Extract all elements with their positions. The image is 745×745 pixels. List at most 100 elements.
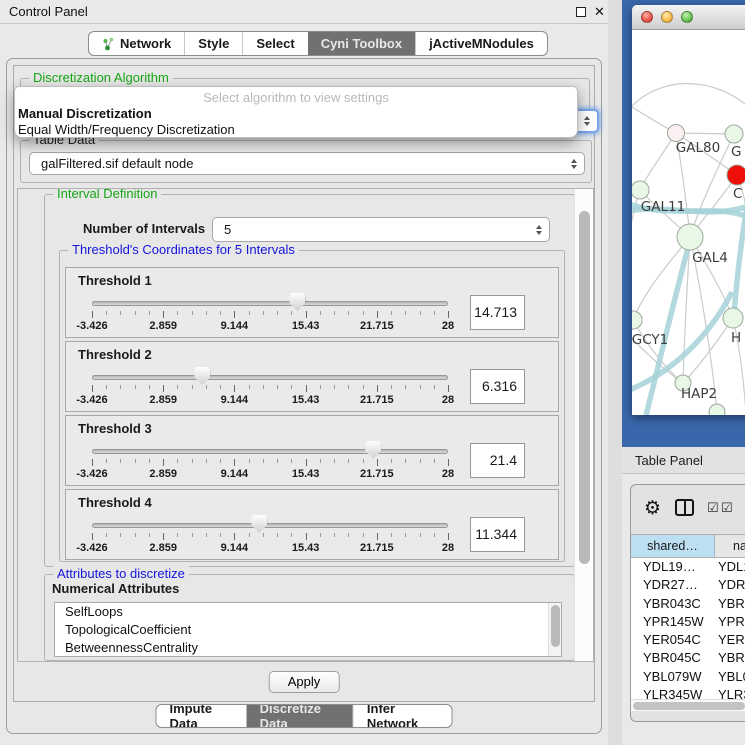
dropdown-option-equal-width-frequency[interactable]: Equal Width/Frequency Discretization xyxy=(15,121,577,137)
dropdown-option-manual-discretization[interactable]: Manual Discretization xyxy=(15,105,577,121)
tick-mark xyxy=(320,459,321,463)
attribute-list-item[interactable]: TopologicalCoefficient xyxy=(55,621,561,639)
tick-mark xyxy=(249,533,250,537)
algorithm-dropdown-popup: Select algorithm to view settings Manual… xyxy=(14,86,578,138)
tab-jactivemnodules[interactable]: jActiveMNodules xyxy=(415,32,547,55)
checkbox-icon[interactable]: ☑ xyxy=(721,500,733,516)
slider-thumb[interactable] xyxy=(289,293,305,311)
tab-network[interactable]: Network xyxy=(89,32,184,55)
tick-mark xyxy=(92,385,93,392)
tab-label: Infer Network xyxy=(367,704,439,728)
slider-track[interactable] xyxy=(92,449,448,454)
tick-mark xyxy=(377,311,378,318)
checkbox-icon[interactable]: ☑ xyxy=(707,500,719,516)
slider-track[interactable] xyxy=(92,301,448,306)
network-node-gcy1[interactable] xyxy=(632,311,642,329)
tab-select[interactable]: Select xyxy=(242,32,307,55)
tab-style[interactable]: Style xyxy=(184,32,242,55)
tick-mark xyxy=(177,533,178,537)
number-of-intervals-combobox[interactable]: 5 xyxy=(212,217,550,242)
table-row[interactable]: YBR043CYBR0 xyxy=(631,595,745,613)
network-node[interactable] xyxy=(709,404,725,415)
network-window-titlebar[interactable] xyxy=(632,5,745,30)
tick-mark xyxy=(249,385,250,389)
combo-arrows-icon xyxy=(584,116,590,126)
list-scrollbar[interactable] xyxy=(548,603,561,656)
threshold-1-slider[interactable]: -3.4262.8599.14415.4321.71528 xyxy=(92,292,448,338)
tick-label: -3.426 xyxy=(76,542,107,554)
slider-track[interactable] xyxy=(92,375,448,380)
column-header-shared-name[interactable]: shared… xyxy=(631,535,715,557)
table-row[interactable]: YDL19…YDL1 xyxy=(631,558,745,576)
cell-name: YLR3 xyxy=(718,686,745,699)
scrollbar-thumb[interactable] xyxy=(633,702,745,710)
network-icon xyxy=(102,37,115,51)
network-node-gal80[interactable] xyxy=(668,125,685,142)
tab-infer-network[interactable]: Infer Network xyxy=(353,705,452,727)
table-row[interactable]: YBL079WYBL0 xyxy=(631,668,745,686)
threshold-3-slider[interactable]: -3.4262.8599.14415.4321.71528 xyxy=(92,440,448,486)
table-row[interactable]: YER054CYER0 xyxy=(631,631,745,649)
horizontal-scrollbar[interactable] xyxy=(631,699,745,711)
tick-mark xyxy=(249,459,250,463)
zoom-traffic-light-icon[interactable] xyxy=(681,11,693,23)
tick-mark xyxy=(291,533,292,537)
table-row[interactable]: YLR345WYLR3 xyxy=(631,686,745,699)
tick-mark xyxy=(277,533,278,537)
tab-impute-data[interactable]: Impute Data xyxy=(157,705,247,727)
split-columns-icon[interactable] xyxy=(675,499,694,516)
interval-definition-group: Interval Definition Number of Intervals … xyxy=(44,194,575,567)
tick-mark xyxy=(106,385,107,389)
table-row[interactable]: YPR145WYPR1 xyxy=(631,613,745,631)
threshold-4-value-field[interactable]: 11.344 xyxy=(470,517,525,552)
scrollbar-thumb[interactable] xyxy=(551,605,560,647)
network-node-gal4[interactable] xyxy=(677,224,703,250)
float-window-icon[interactable] xyxy=(576,7,586,17)
node-label: G xyxy=(731,144,741,160)
attribute-list-item[interactable]: BetweennessCentrality xyxy=(55,639,561,657)
close-icon[interactable]: ✕ xyxy=(594,4,605,20)
threshold-4-slider[interactable]: -3.4262.8599.14415.4321.71528 xyxy=(92,514,448,560)
attribute-list-item[interactable]: SelfLoops xyxy=(55,603,561,621)
vertical-scrollbar[interactable] xyxy=(574,189,593,661)
tick-mark xyxy=(149,311,150,315)
table-panel-titlebar: Table Panel xyxy=(622,447,745,474)
tab-discretize-data[interactable]: Discretize Data xyxy=(247,705,353,727)
network-view-window[interactable]: GAL80GCGAL11GAL4GCY1HHAP2 xyxy=(632,5,745,415)
tick-label: 15.43 xyxy=(292,320,320,332)
cyni-bottom-tabs: Impute DataDiscretize Data Infer Network xyxy=(156,704,453,728)
table-data-combobox[interactable]: galFiltered.sif default node xyxy=(29,152,585,175)
scrollbar-thumb[interactable] xyxy=(579,211,590,564)
numerical-attributes-list[interactable]: SelfLoopsTopologicalCoefficientBetweenne… xyxy=(54,602,562,657)
network-node-g[interactable] xyxy=(725,125,743,143)
threshold-3-value-field[interactable]: 21.4 xyxy=(470,443,525,478)
slider-thumb[interactable] xyxy=(194,367,210,385)
minimize-traffic-light-icon[interactable] xyxy=(661,11,673,23)
tab-cyni-toolbox[interactable]: Cyni Toolbox xyxy=(308,32,415,55)
network-graph[interactable]: GAL80GCGAL11GAL4GCY1HHAP2 xyxy=(632,30,745,415)
slider-track[interactable] xyxy=(92,523,448,528)
slider-thumb[interactable] xyxy=(365,441,381,459)
network-node-h[interactable] xyxy=(723,308,743,328)
threshold-1-value-field[interactable]: 14.713 xyxy=(470,295,525,330)
tick-mark xyxy=(306,385,307,392)
tick-mark xyxy=(206,459,207,463)
threshold-2-slider[interactable]: -3.4262.8599.14415.4321.71528 xyxy=(92,366,448,412)
close-traffic-light-icon[interactable] xyxy=(641,11,653,23)
tick-mark xyxy=(348,311,349,315)
table-rows: YDL19…YDL1YDR27…YDR2YBR043CYBR0YPR145WYP… xyxy=(631,558,745,699)
tick-mark xyxy=(106,459,107,463)
tick-label: 28 xyxy=(442,394,454,406)
table-row[interactable]: YDR27…YDR2 xyxy=(631,576,745,594)
dropdown-placeholder: Select algorithm to view settings xyxy=(15,87,577,105)
column-header-name[interactable]: na xyxy=(715,535,745,557)
threshold-2-value-field[interactable]: 6.316 xyxy=(470,369,525,404)
network-node-gal11[interactable] xyxy=(632,181,649,199)
node-label: HAP2 xyxy=(681,386,717,402)
gear-icon[interactable]: ⚙ xyxy=(644,497,661,520)
slider-thumb[interactable] xyxy=(251,515,267,533)
network-node-c[interactable] xyxy=(727,165,745,185)
table-row[interactable]: YBR045CYBR0 xyxy=(631,649,745,667)
apply-button[interactable]: Apply xyxy=(269,671,340,693)
tick-mark xyxy=(177,311,178,315)
